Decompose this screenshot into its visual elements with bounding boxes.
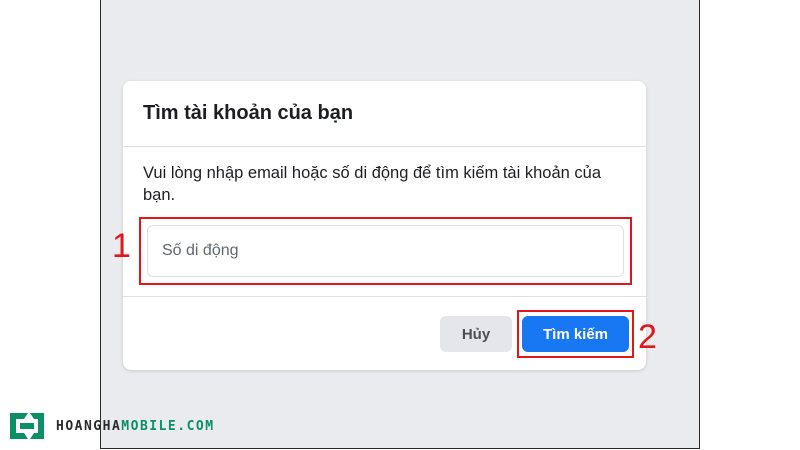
brand-name: HOANGHAMOBILE.COM <box>56 419 215 434</box>
instructions-text: Vui lòng nhập email hoặc số di động để t… <box>143 164 602 204</box>
brand-logo-icon <box>10 413 44 439</box>
find-account-dialog: Tìm tài khoản của bạn Vui lòng nhập emai… <box>123 81 646 370</box>
dialog-body: Vui lòng nhập email hoặc số di động để t… <box>123 147 646 297</box>
dialog-footer: Hủy Tìm kiếm <box>123 297 646 369</box>
search-button[interactable]: Tìm kiếm <box>522 316 629 352</box>
dialog-title: Tìm tài khoản của bạn <box>143 102 354 124</box>
brand-name-suffix: MOBILE.COM <box>121 418 215 434</box>
brand-watermark: HOANGHAMOBILE.COM <box>6 411 215 441</box>
brand-name-main: HOANGHA <box>56 418 122 434</box>
cancel-button[interactable]: Hủy <box>440 316 512 352</box>
input-highlight-box <box>139 217 632 285</box>
phone-email-input[interactable] <box>147 225 624 277</box>
step-1-label: 1 <box>112 227 131 265</box>
step-2-label: 2 <box>638 318 657 356</box>
dialog-header: Tìm tài khoản của bạn <box>123 81 646 147</box>
button-highlight-box: Tìm kiếm <box>517 310 634 358</box>
